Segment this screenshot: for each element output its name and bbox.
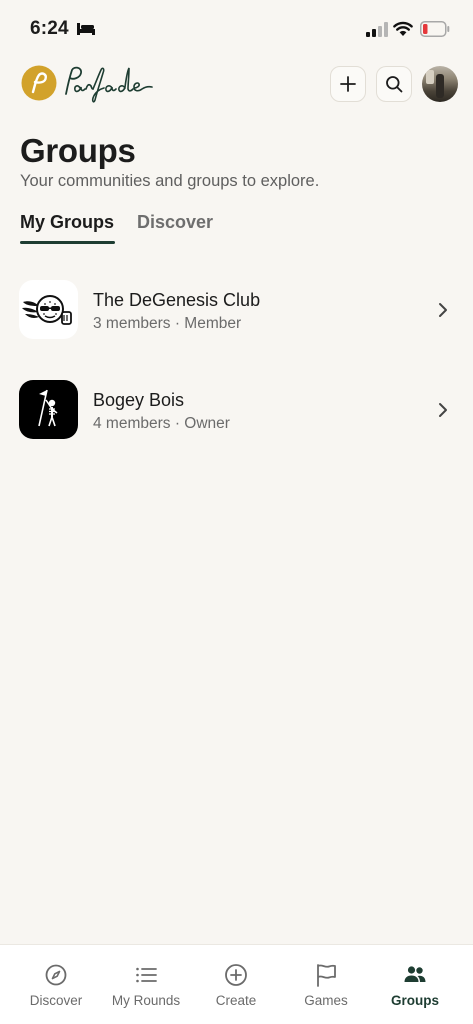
group-row-bogey-bois[interactable]: Bogey Bois 4 members · Owner bbox=[0, 378, 473, 448]
search-button[interactable] bbox=[376, 66, 412, 102]
avatar-photo-detail bbox=[426, 70, 434, 84]
nav-label: Discover bbox=[29, 993, 83, 1008]
status-bar: 6:24 bbox=[0, 0, 473, 58]
plus-circle-icon bbox=[225, 964, 247, 986]
parfade-wordmark bbox=[65, 66, 153, 103]
wifi-icon bbox=[393, 21, 413, 36]
bottom-nav: Discover My Rounds Create Games Groups bbox=[0, 944, 473, 1024]
page-title: Groups bbox=[20, 132, 136, 169]
nav-item-create[interactable]: Create bbox=[191, 945, 281, 1024]
nav-item-my-rounds[interactable]: My Rounds bbox=[101, 945, 191, 1024]
group-avatar bbox=[19, 280, 78, 339]
chevron-right-icon bbox=[439, 403, 447, 417]
status-time: 6:24 bbox=[30, 18, 69, 39]
group-name: The DeGenesis Club bbox=[93, 290, 261, 310]
add-button[interactable] bbox=[330, 66, 366, 102]
group-avatar bbox=[19, 380, 78, 439]
profile-avatar[interactable] bbox=[422, 66, 458, 102]
flag-icon bbox=[317, 964, 336, 987]
chevron-right-icon bbox=[439, 303, 447, 317]
nav-label: Groups bbox=[390, 993, 439, 1008]
nav-label: Games bbox=[304, 993, 348, 1008]
nav-item-discover[interactable]: Discover bbox=[11, 945, 101, 1024]
group-meta: 3 members · Member bbox=[93, 315, 242, 332]
nav-label: My Rounds bbox=[111, 993, 181, 1008]
compass-icon bbox=[45, 964, 67, 986]
battery-low-icon bbox=[420, 21, 450, 37]
nav-label: Create bbox=[215, 993, 257, 1008]
app-header bbox=[0, 60, 473, 108]
cellular-signal-icon bbox=[366, 22, 388, 37]
page-subtitle: Your communities and groups to explore. bbox=[20, 172, 320, 190]
list-icon bbox=[136, 967, 157, 983]
nav-item-games[interactable]: Games bbox=[281, 945, 371, 1024]
parfade-logo-icon[interactable] bbox=[21, 65, 57, 101]
group-row-degenesis-club[interactable]: The DeGenesis Club 3 members · Member bbox=[0, 278, 473, 348]
tab-discover[interactable]: Discover bbox=[137, 212, 213, 233]
search-icon bbox=[386, 76, 403, 93]
plus-icon bbox=[340, 76, 356, 92]
skeleton-flag-logo-icon bbox=[38, 389, 58, 427]
tab-my-groups[interactable]: My Groups bbox=[20, 212, 114, 233]
bed-icon bbox=[77, 23, 95, 35]
group-meta: 4 members · Owner bbox=[93, 415, 230, 432]
nav-item-groups[interactable]: Groups bbox=[370, 945, 460, 1024]
active-tab-indicator bbox=[20, 241, 115, 244]
winged-golf-ball-logo-icon bbox=[22, 295, 72, 325]
people-icon bbox=[404, 966, 426, 982]
group-name: Bogey Bois bbox=[93, 390, 185, 410]
avatar-photo-figure bbox=[436, 74, 444, 98]
